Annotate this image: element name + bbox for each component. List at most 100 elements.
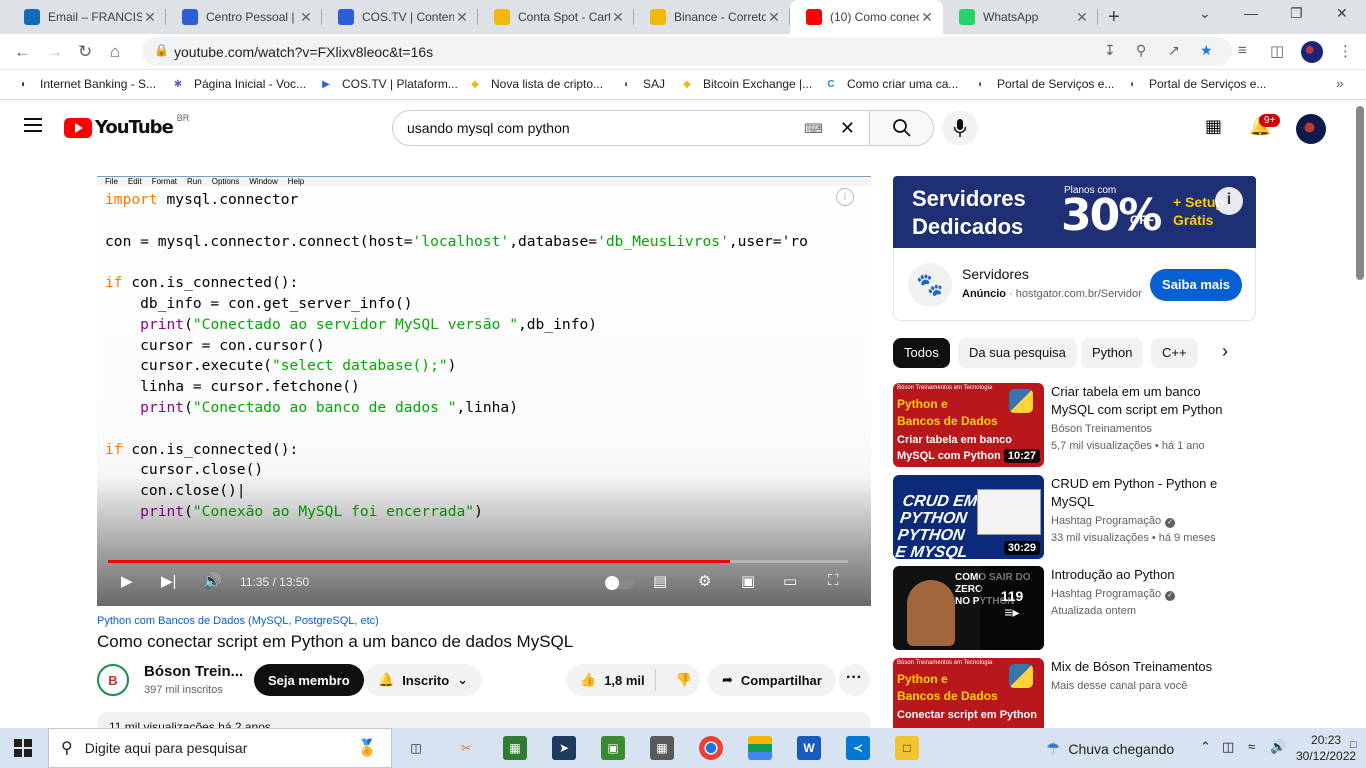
browser-tab[interactable]: Binance - Corretor ✕ — [634, 0, 790, 34]
bookmark-item[interactable]: ▶ COS.TV | Plataform... — [318, 76, 458, 92]
snipping-tool-icon[interactable]: ✂ — [454, 736, 478, 760]
filter-chip[interactable]: Todos — [893, 338, 950, 368]
bookmark-item[interactable]: ◐ Internet Banking - S... — [16, 76, 156, 92]
close-tab-icon[interactable]: ✕ — [142, 9, 158, 26]
profile-avatar[interactable] — [1301, 41, 1323, 63]
ad-banner[interactable]: Servidores Dedicados Planos com 30% OFF +… — [893, 176, 1256, 248]
notifications-icon[interactable]: □ — [1350, 739, 1357, 751]
next-icon[interactable]: ▶| — [161, 572, 176, 590]
subtitles-icon[interactable]: ▤ — [653, 572, 667, 590]
close-tab-icon[interactable]: ✕ — [454, 9, 470, 26]
create-video-icon[interactable]: ▦ — [1205, 116, 1222, 137]
calculator-icon[interactable]: ▦ — [650, 736, 674, 760]
video-thumbnail[interactable]: CRUD EM PYTHON PYTHON E MYSQL 30:29 — [893, 475, 1044, 559]
page-scrollbar[interactable] — [1354, 100, 1366, 728]
volume-icon[interactable]: 🔊 — [203, 572, 222, 590]
close-window-icon[interactable]: ✕ — [1336, 5, 1348, 22]
playlist-link[interactable]: Python com Bancos de Dados (MySQL, Postg… — [97, 615, 379, 627]
share-button[interactable]: ➦ Compartilhar — [708, 664, 836, 696]
filter-chip[interactable]: C++ — [1151, 338, 1198, 368]
spreadsheet-app-icon[interactable]: ▦ — [503, 736, 527, 760]
address-url[interactable]: youtube.com/watch?v=FXlixv8leoc&t=16s — [174, 44, 433, 60]
voice-search-button[interactable] — [942, 110, 978, 146]
youtube-logo[interactable]: YouTube BR — [64, 113, 189, 138]
close-tab-icon[interactable]: ✕ — [766, 9, 782, 26]
video-title[interactable]: Introdução ao Python — [1051, 566, 1241, 584]
file-explorer-icon[interactable]: □ — [895, 736, 919, 760]
channel-name[interactable]: Hashtag Programação ✓ — [1051, 588, 1176, 601]
restore-icon[interactable]: ❐ — [1290, 5, 1303, 22]
address-bar[interactable]: 🔒 youtube.com/watch?v=FXlixv8leoc&t=16s … — [142, 37, 1232, 66]
filter-chip[interactable]: Python — [1081, 338, 1144, 368]
channel-name[interactable]: Hashtag Programação ✓ — [1051, 515, 1176, 528]
video-title[interactable]: Mix de Bóson Treinamentos — [1051, 658, 1241, 676]
menu-icon[interactable] — [24, 118, 42, 132]
bluestacks-icon[interactable] — [748, 736, 772, 760]
mysql-workbench-icon[interactable]: ➤ — [552, 736, 576, 760]
channel-name[interactable]: Bóson Treinamentos — [1051, 423, 1152, 435]
volume-icon[interactable]: 🔊 — [1270, 739, 1286, 755]
miniplayer-icon[interactable]: ▣ — [741, 572, 755, 590]
chevron-right-icon[interactable]: › — [1222, 341, 1228, 362]
account-avatar[interactable] — [1296, 114, 1326, 144]
bookmark-item[interactable]: ◐ Portal de Serviços e... — [1125, 76, 1266, 92]
join-button[interactable]: Seja membro — [254, 664, 364, 696]
wifi-icon[interactable]: ≈ — [1248, 739, 1255, 754]
video-title[interactable]: Criar tabela em um banco MySQL com scrip… — [1051, 383, 1241, 419]
video-title[interactable]: CRUD em Python - Python e MySQL — [1051, 475, 1241, 511]
recommended-video[interactable]: COMO SAIR DO ZERO NO PYTHON119≡▸ Introduç… — [893, 566, 1256, 650]
video-player[interactable]: File Edit Format Run Options Window Help impor… — [97, 176, 871, 606]
channel-name[interactable]: Bóson Trein... — [144, 663, 243, 680]
back-icon[interactable]: ← — [14, 42, 31, 62]
bookmark-item[interactable]: ◐ SAJ — [619, 76, 665, 92]
lock-icon[interactable]: 🔒 — [154, 43, 169, 57]
filter-chip[interactable]: Da sua pesquisa — [958, 338, 1077, 368]
fullscreen-icon[interactable]: ⛶ — [828, 572, 839, 589]
bookmark-item[interactable]: ◆ Nova lista de cripto... — [467, 76, 603, 92]
autoplay-toggle[interactable] — [605, 576, 634, 590]
browser-tab[interactable]: (10) Como conect ✕ — [790, 0, 943, 34]
clear-search-icon[interactable]: ✕ — [840, 111, 855, 145]
close-tab-icon[interactable]: ✕ — [298, 9, 314, 26]
forward-icon[interactable]: → — [46, 42, 63, 62]
windows-start-icon[interactable] — [14, 739, 32, 757]
chrome-icon[interactable] — [699, 736, 723, 760]
video-thumbnail[interactable]: Bóson Treinamentos em Tecnologia Python e… — [893, 383, 1044, 467]
ad-info-icon[interactable]: i — [1215, 187, 1243, 215]
zoom-icon[interactable]: ⚲ — [1136, 42, 1146, 59]
close-tab-icon[interactable]: ✕ — [919, 9, 935, 26]
info-icon[interactable]: i — [836, 188, 854, 206]
vscode-icon[interactable]: ≺ — [846, 736, 870, 760]
taskbar-search[interactable]: ⚲ Digite aqui para pesquisar 🏅 — [48, 728, 392, 768]
dislike-button[interactable]: 👎 — [664, 672, 692, 688]
browser-tab[interactable]: WhatsApp ✕ — [943, 0, 1098, 34]
ad-cta-button[interactable]: Saiba mais — [1150, 269, 1242, 301]
theater-mode-icon[interactable]: ▭ — [783, 572, 797, 590]
more-bookmarks-icon[interactable]: » — [1336, 75, 1344, 91]
browser-tab[interactable]: Email – FRANCISC✕ — [8, 0, 166, 34]
close-tab-icon[interactable]: ✕ — [1074, 9, 1090, 26]
reload-icon[interactable]: ↻ — [78, 42, 92, 62]
browser-tab[interactable]: Centro Pessoal | C ✕ — [166, 0, 322, 34]
chevron-down-icon[interactable]: ⌄ — [1199, 5, 1211, 22]
media-control-icon[interactable]: ≡ — [1238, 42, 1247, 59]
task-view-icon[interactable]: ◫ — [404, 736, 428, 760]
share-page-icon[interactable]: ↗ — [1168, 42, 1180, 59]
keyboard-icon[interactable]: ⌨ — [804, 112, 823, 146]
video-thumbnail[interactable]: COMO SAIR DO ZERO NO PYTHON119≡▸ — [893, 566, 1044, 650]
recommended-video[interactable]: CRUD EM PYTHON PYTHON E MYSQL 30:29 CRUD e… — [893, 475, 1256, 559]
bookmark-star-icon[interactable]: ★ — [1200, 42, 1213, 59]
browser-tab[interactable]: Conta Spot - Carte ✕ — [478, 0, 634, 34]
browser-menu-icon[interactable]: ⋮ — [1338, 42, 1353, 60]
minecraft-icon[interactable]: ▣ — [601, 736, 625, 760]
bookmark-item[interactable]: ◆ Bitcoin Exchange |... — [679, 76, 812, 92]
weather-widget[interactable]: ☂ Chuva chegando — [1046, 739, 1174, 759]
side-panel-icon[interactable]: ◫ — [1270, 42, 1284, 60]
recommended-video[interactable]: Bóson Treinamentos em Tecnologia Python e… — [893, 383, 1256, 467]
progress-bar[interactable] — [108, 560, 848, 563]
battery-icon[interactable]: ◫ — [1222, 739, 1234, 755]
close-tab-icon[interactable]: ✕ — [610, 9, 626, 26]
browser-tab[interactable]: COS.TV | Content ✕ — [322, 0, 478, 34]
more-actions-button[interactable]: ··· — [838, 664, 870, 696]
scrollbar-thumb[interactable] — [1356, 106, 1364, 280]
